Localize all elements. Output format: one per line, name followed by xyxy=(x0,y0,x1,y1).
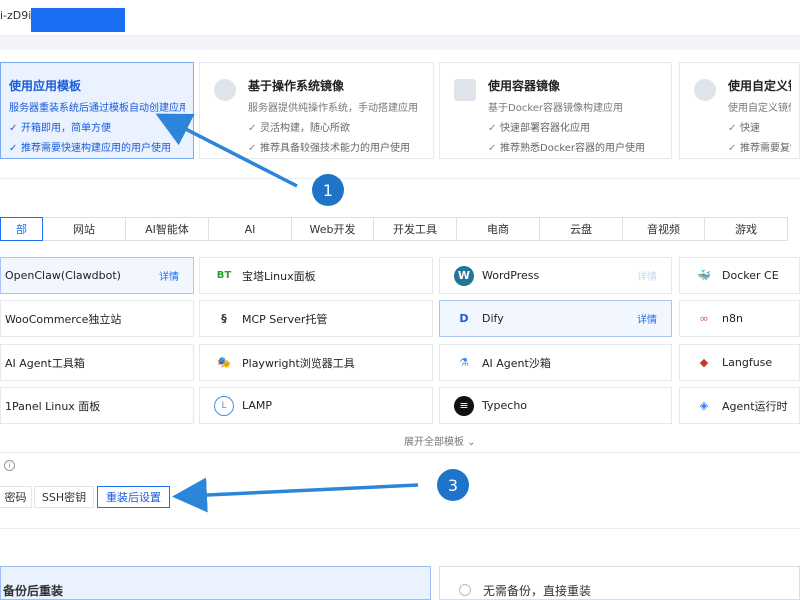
annotation-arrows xyxy=(155,113,419,513)
arrow-to-app-template xyxy=(155,113,298,188)
annotation-badge-1: 1 xyxy=(312,174,344,206)
arrow-to-set-after-reinstall xyxy=(172,477,419,513)
annotation-badge-3: 3 xyxy=(437,469,469,501)
